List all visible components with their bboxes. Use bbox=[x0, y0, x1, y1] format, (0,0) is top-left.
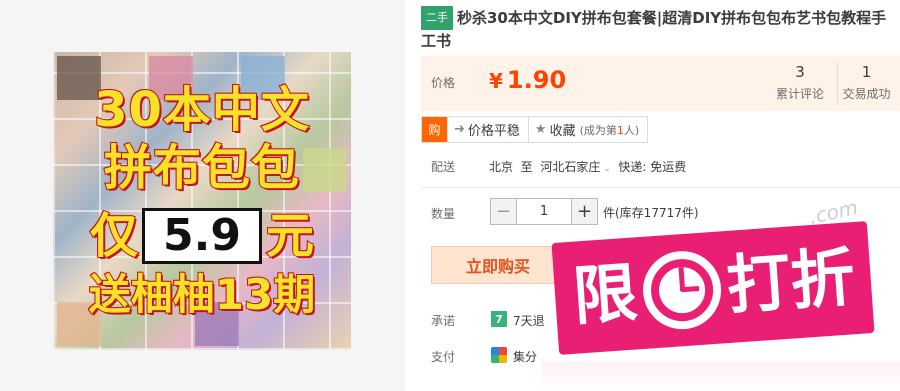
promise-text[interactable]: 7天退 bbox=[513, 312, 545, 329]
seven-day-return-icon: 7 bbox=[491, 311, 507, 327]
shipping-row: 配送 北京 至 河北石家庄 ⌄ 快递: 免运费 bbox=[421, 158, 900, 178]
product-main-image[interactable]: 30本中文 拼布包包 仅 5.9 元 送柚柚13期 bbox=[53, 52, 351, 350]
ship-destination-select[interactable]: 河北石家庄 ⌄ bbox=[540, 160, 610, 174]
ship-to-word: 至 bbox=[520, 160, 533, 174]
poster-line-4: 送柚柚13期 bbox=[88, 270, 316, 319]
shipping-value: 北京 至 河北石家庄 ⌄ 快递: 免运费 bbox=[489, 158, 686, 175]
payment-label: 支付 bbox=[431, 350, 456, 364]
ship-from: 北京 bbox=[489, 160, 514, 174]
quantity-decrease-button[interactable]: − bbox=[491, 199, 517, 224]
arrow-right-icon: ➜ bbox=[454, 122, 465, 137]
product-gallery: 30本中文 拼布包包 仅 5.9 元 送柚柚13期 bbox=[0, 0, 405, 391]
favorite-note: (成为第1人) bbox=[579, 123, 640, 137]
reviews-stat[interactable]: 3 累计评论 bbox=[771, 63, 829, 102]
price-trend-label: 价格平稳 bbox=[467, 124, 520, 139]
quantity-increase-button[interactable]: + bbox=[571, 199, 597, 224]
price-trend-button[interactable]: ➜ 价格平稳 bbox=[448, 117, 529, 142]
poster-line-3: 仅 5.9 元 bbox=[53, 208, 351, 265]
promise-row: 承诺 7 7天退 bbox=[421, 310, 900, 330]
poster-price-prefix: 仅 bbox=[89, 208, 139, 265]
deals-stat[interactable]: 1 交易成功 bbox=[837, 63, 895, 102]
quantity-input[interactable] bbox=[517, 199, 571, 224]
points-icon bbox=[491, 347, 507, 363]
product-title-text: 秒杀30本中文DIY拼布包套餐|超清DIY拼布包包布艺书包教程手工书 bbox=[421, 9, 887, 50]
star-icon: ★ bbox=[534, 122, 547, 137]
price-panel: 价格 ¥1.90 3 累计评论 1 交易成功 bbox=[421, 56, 900, 111]
shipping-label: 配送 bbox=[431, 160, 456, 174]
price-label: 价格 bbox=[431, 76, 456, 90]
buy-now-button[interactable]: 立即购买 bbox=[431, 246, 565, 284]
quantity-stepper: − + bbox=[490, 198, 598, 225]
ship-method: 快递: 免运费 bbox=[618, 160, 687, 174]
favorite-label: 收藏 bbox=[549, 124, 576, 139]
quantity-row: 数量 − + 件(库存17717件) bbox=[421, 198, 900, 226]
promise-label: 承诺 bbox=[431, 314, 456, 328]
favorite-button[interactable]: ★ 收藏 (成为第1人) bbox=[529, 117, 647, 142]
deals-label: 交易成功 bbox=[842, 87, 891, 101]
stock-text: 件(库存17717件) bbox=[603, 206, 699, 220]
price-value: ¥1.90 bbox=[489, 66, 566, 94]
poster-line-2: 拼布包包 bbox=[103, 140, 300, 196]
action-bar: 购 ➜ 价格平稳 ★ 收藏 (成为第1人) bbox=[421, 116, 649, 143]
price-amount: 1.90 bbox=[506, 66, 567, 94]
poster-price-suffix: 元 bbox=[265, 208, 315, 265]
used-badge: 二手 bbox=[421, 6, 453, 30]
quantity-label: 数量 bbox=[431, 207, 456, 221]
shopping-bag-icon[interactable]: 购 bbox=[422, 117, 448, 142]
divider bbox=[421, 187, 900, 188]
deals-count: 1 bbox=[861, 63, 872, 81]
poster-price-box: 5.9 bbox=[142, 208, 262, 265]
reviews-count: 3 bbox=[795, 63, 805, 81]
product-title: 二手 秒杀30本中文DIY拼布包套餐|超清DIY拼布包包布艺书包教程手工书 bbox=[421, 6, 900, 52]
poster-line-1: 30本中文 bbox=[93, 82, 310, 138]
payment-row: 支付 集分 bbox=[421, 346, 900, 366]
reviews-label: 累计评论 bbox=[775, 87, 824, 101]
product-detail: 二手 秒杀30本中文DIY拼布包套餐|超清DIY拼布包包布艺书包教程手工书 价格 … bbox=[421, 0, 900, 391]
payment-text: 集分 bbox=[513, 350, 538, 364]
chevron-down-icon: ⌄ bbox=[600, 164, 611, 174]
currency-symbol: ¥ bbox=[489, 69, 503, 93]
